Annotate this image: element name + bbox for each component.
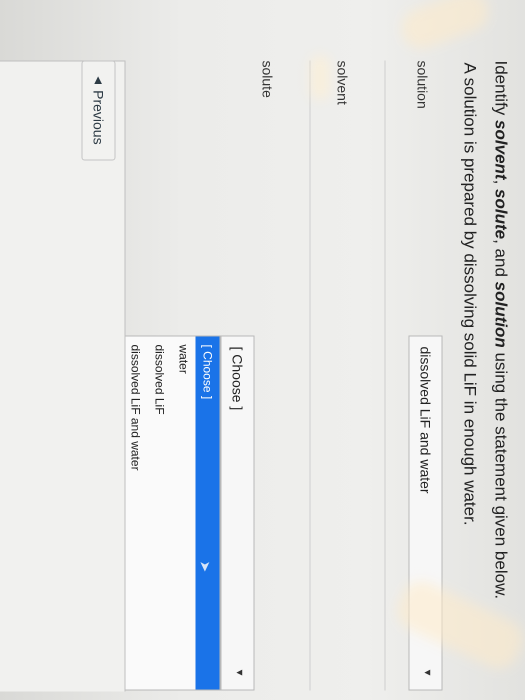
row-label-solute: solute — [259, 60, 275, 98]
photo-canvas: Identify solvent, solute, and solution u… — [0, 0, 525, 700]
question-prompt: Identify solvent, solute, and solution u… — [491, 60, 510, 599]
triangle-down-icon: ▼ — [233, 667, 244, 677]
option-dissolved-lif-and-water[interactable]: dissolved LiF and water — [123, 336, 147, 689]
select-options-list: [ Choose ] water dissolved LiF dissolved… — [122, 335, 220, 690]
divider — [309, 60, 310, 690]
previous-label: Previous — [90, 89, 106, 145]
divider — [384, 60, 385, 690]
question-statement: A solution is prepared by dissolving sol… — [460, 62, 479, 526]
light-glare — [310, 55, 330, 100]
select-solvent-value: [ Choose ] — [229, 346, 245, 410]
term-solute: solute — [491, 188, 510, 239]
select-solution-value: dissolved LiF and water — [417, 346, 433, 494]
row-label-solvent: solvent — [334, 60, 350, 105]
select-solvent[interactable]: [ Choose ] ▼ — [220, 335, 254, 690]
option-dissolved-lif[interactable]: dissolved LiF — [147, 336, 171, 689]
term-solvent: solvent — [491, 119, 510, 180]
option-water[interactable]: water — [171, 336, 195, 689]
row-label-solution: solution — [414, 60, 430, 109]
option-choose[interactable]: [ Choose ] — [195, 336, 219, 689]
triangle-down-icon: ▼ — [421, 667, 432, 677]
mouse-cursor-icon: ➤ — [197, 560, 213, 572]
caret-left-icon: ◀ — [92, 75, 104, 84]
previous-button[interactable]: ◀ Previous — [81, 60, 115, 160]
term-solution: solution — [491, 281, 510, 348]
